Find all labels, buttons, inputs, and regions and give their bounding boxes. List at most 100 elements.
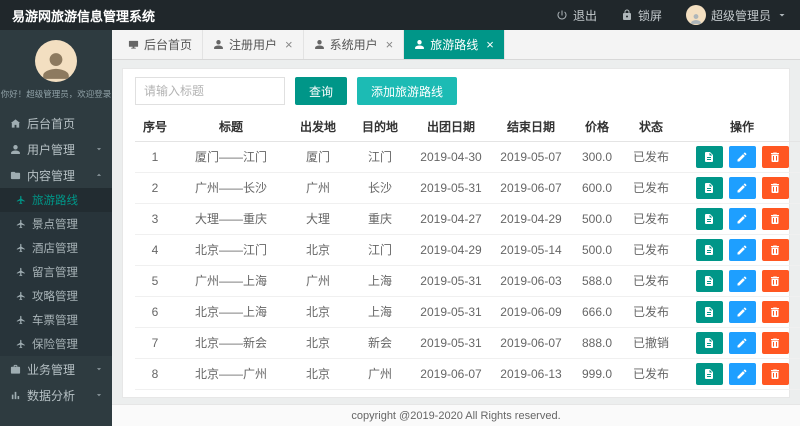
- sidebar-avatar: [35, 40, 77, 82]
- sidebar-item[interactable]: 酒店管理: [0, 236, 112, 260]
- row-actions: [679, 296, 800, 327]
- table-row: 4北京——江门北京江门2019-04-292019-05-14500.0已发布: [135, 234, 800, 265]
- column-header: 标题: [175, 113, 287, 141]
- column-header: 价格: [571, 113, 623, 141]
- detail-button[interactable]: [696, 301, 723, 323]
- plane-icon: [16, 267, 26, 277]
- cell-status: 已发布: [623, 141, 679, 172]
- trash-icon: [769, 244, 781, 256]
- delete-button[interactable]: [762, 363, 789, 385]
- tab-item[interactable]: 后台首页: [118, 30, 203, 59]
- cell-start: 2019-05-31: [411, 265, 491, 296]
- detail-button[interactable]: [696, 239, 723, 261]
- add-route-button[interactable]: 添加旅游路线: [357, 77, 457, 105]
- person-icon: [690, 13, 702, 25]
- cell-to: 上海: [349, 265, 411, 296]
- logout-label: 退出: [573, 7, 597, 24]
- cell-index: 7: [135, 327, 175, 358]
- delete-button[interactable]: [762, 301, 789, 323]
- cell-to: 江门: [349, 234, 411, 265]
- tab-item[interactable]: 注册用户×: [203, 30, 304, 59]
- sidebar-item[interactable]: 车票管理: [0, 308, 112, 332]
- sidebar-item[interactable]: 业务管理: [0, 356, 112, 382]
- chevron-down-icon: [776, 9, 788, 21]
- close-icon[interactable]: ×: [285, 38, 293, 51]
- sidebar-item-label: 内容管理: [27, 167, 75, 184]
- cell-price: 888.0: [571, 327, 623, 358]
- logout-button[interactable]: 退出: [544, 0, 609, 30]
- detail-button[interactable]: [696, 270, 723, 292]
- edit-button[interactable]: [729, 301, 756, 323]
- row-actions: [679, 327, 800, 358]
- power-icon: [556, 9, 568, 21]
- lock-screen-button[interactable]: 锁屏: [609, 0, 674, 30]
- sidebar-item[interactable]: 保险管理: [0, 332, 112, 356]
- row-actions: [679, 358, 800, 389]
- pencil-icon: [736, 337, 748, 349]
- detail-button[interactable]: [696, 363, 723, 385]
- delete-button[interactable]: [762, 270, 789, 292]
- cell-status: 已发布: [623, 172, 679, 203]
- cell-price: 999.0: [571, 358, 623, 389]
- detail-button[interactable]: [696, 208, 723, 230]
- trash-icon: [769, 368, 781, 380]
- edit-button[interactable]: [729, 239, 756, 261]
- trash-icon: [769, 306, 781, 318]
- edit-button[interactable]: [729, 363, 756, 385]
- cell-from: 广州: [287, 265, 349, 296]
- sidebar-item[interactable]: 后台首页: [0, 110, 112, 136]
- edit-button[interactable]: [729, 270, 756, 292]
- close-icon[interactable]: ×: [486, 38, 494, 51]
- caret-down-icon: [94, 364, 104, 374]
- sidebar-item[interactable]: 用户管理: [0, 136, 112, 162]
- sidebar-item[interactable]: 景点管理: [0, 212, 112, 236]
- cell-title: 北京——广州: [175, 358, 287, 389]
- sidebar-item[interactable]: 内容管理: [0, 162, 112, 188]
- detail-button[interactable]: [696, 177, 723, 199]
- tab-label: 系统用户: [330, 36, 378, 53]
- tab-item[interactable]: 旅游路线×: [404, 30, 505, 59]
- delete-button[interactable]: [762, 177, 789, 199]
- person-icon: [314, 39, 325, 50]
- sidebar-item[interactable]: 攻略管理: [0, 284, 112, 308]
- tab-item[interactable]: 系统用户 ×: [304, 30, 405, 59]
- content-area: 查询 添加旅游路线 序号标题出发地目的地出团日期结束日期价格状态操作 1厦门——…: [112, 60, 800, 404]
- delete-button[interactable]: [762, 332, 789, 354]
- close-icon[interactable]: ×: [386, 38, 394, 51]
- table-header-row: 序号标题出发地目的地出团日期结束日期价格状态操作: [135, 113, 800, 141]
- avatar: [686, 5, 706, 25]
- edit-button[interactable]: [729, 146, 756, 168]
- delete-button[interactable]: [762, 239, 789, 261]
- cell-to: 新会: [349, 327, 411, 358]
- cell-status: 已发布: [623, 265, 679, 296]
- plane-icon: [16, 291, 26, 301]
- detail-button[interactable]: [696, 332, 723, 354]
- lock-icon: [621, 9, 633, 21]
- cell-index: 2: [135, 172, 175, 203]
- column-header: 操作: [679, 113, 800, 141]
- delete-button[interactable]: [762, 146, 789, 168]
- edit-button[interactable]: [729, 208, 756, 230]
- cell-from: 北京: [287, 296, 349, 327]
- query-button[interactable]: 查询: [295, 77, 347, 105]
- detail-button[interactable]: [696, 146, 723, 168]
- sidebar-item-label: 业务管理: [27, 361, 75, 378]
- user-icon: [10, 144, 21, 155]
- search-input[interactable]: [135, 77, 285, 105]
- document-icon: [703, 244, 715, 256]
- sidebar-item[interactable]: 数据分析: [0, 382, 112, 408]
- document-icon: [703, 213, 715, 225]
- user-menu[interactable]: 超级管理员: [674, 0, 800, 30]
- table-row: 1厦门——江门厦门江门2019-04-302019-05-07300.0已发布: [135, 141, 800, 172]
- cell-from: 厦门: [287, 141, 349, 172]
- cell-price: 300.0: [571, 141, 623, 172]
- edit-button[interactable]: [729, 177, 756, 199]
- edit-button[interactable]: [729, 332, 756, 354]
- cell-end: 2019-06-09: [491, 296, 571, 327]
- sidebar-item[interactable]: 留言管理: [0, 260, 112, 284]
- cell-start: 2019-04-30: [411, 141, 491, 172]
- delete-button[interactable]: [762, 208, 789, 230]
- cell-start: 2019-05-31: [411, 172, 491, 203]
- sidebar-item[interactable]: 旅游路线: [0, 188, 112, 212]
- plane-icon: [16, 339, 26, 349]
